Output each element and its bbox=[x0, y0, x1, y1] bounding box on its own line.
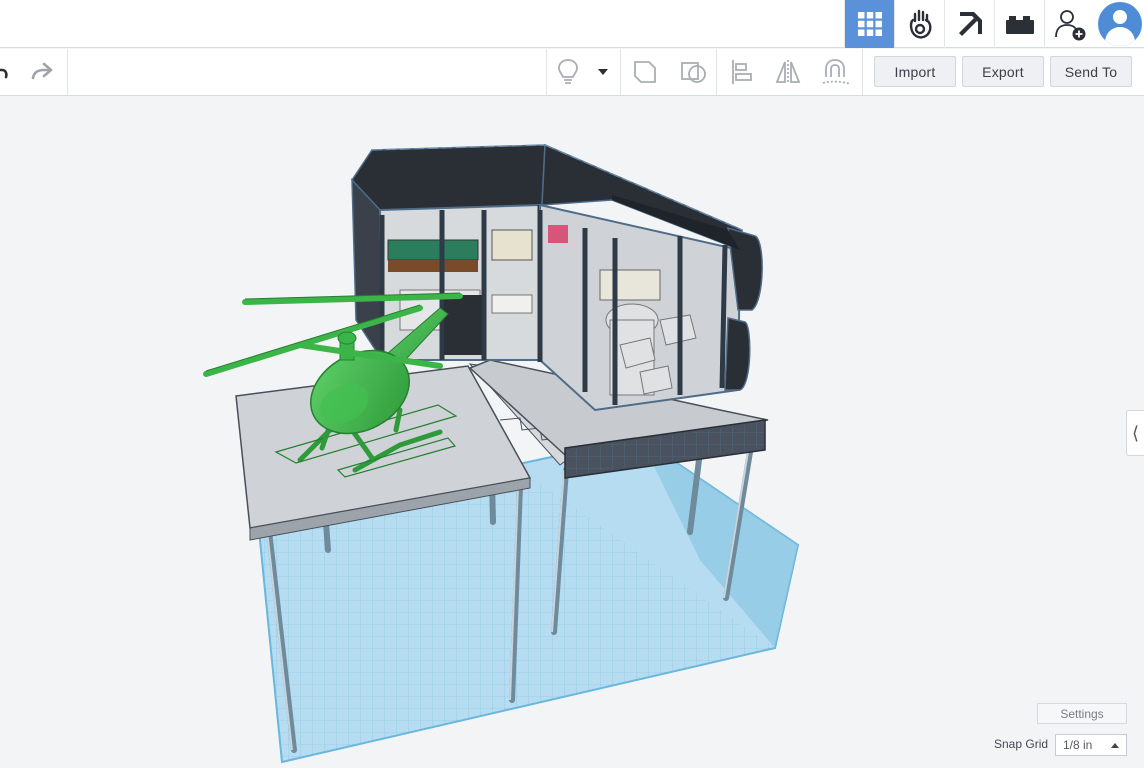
scene-3d-model bbox=[203, 143, 800, 764]
building bbox=[351, 143, 763, 412]
caret-up-icon bbox=[1111, 743, 1119, 748]
top-header bbox=[0, 0, 1144, 48]
group-button[interactable] bbox=[626, 49, 664, 95]
add-user-icon bbox=[1054, 10, 1085, 41]
codeblocks-button[interactable] bbox=[894, 0, 944, 48]
user-avatar-icon bbox=[1097, 2, 1142, 46]
side-panel-toggle[interactable]: ⟨ bbox=[1126, 410, 1144, 456]
notes-button[interactable] bbox=[552, 49, 584, 95]
toolbar-divider bbox=[620, 49, 621, 95]
align-button[interactable] bbox=[724, 49, 760, 95]
cruise-magnet-icon bbox=[822, 59, 851, 85]
dropdown-caret-icon bbox=[598, 69, 608, 75]
codeblocks-hand-icon bbox=[909, 9, 931, 39]
undo-icon bbox=[0, 68, 8, 79]
toolbar-divider bbox=[716, 49, 717, 95]
import-button[interactable]: Import bbox=[874, 56, 956, 87]
toolbar-divider bbox=[862, 49, 863, 95]
toolbar-divider bbox=[546, 49, 547, 95]
user-avatar[interactable] bbox=[1095, 0, 1144, 48]
mirror-button[interactable] bbox=[770, 49, 806, 95]
ungroup-icon bbox=[681, 62, 706, 83]
grid-view-icon bbox=[857, 12, 882, 36]
cruise-button[interactable] bbox=[816, 49, 856, 95]
snap-grid-value: 1/8 in bbox=[1063, 738, 1093, 752]
design-view-button[interactable] bbox=[844, 0, 894, 48]
editor-toolbar: Import Export Send To bbox=[0, 49, 1144, 96]
snap-grid-select[interactable]: 1/8 in bbox=[1055, 734, 1127, 756]
bricks-button[interactable] bbox=[994, 0, 1044, 48]
ungroup-button[interactable] bbox=[674, 49, 712, 95]
settings-button[interactable]: Settings bbox=[1037, 703, 1127, 724]
export-button[interactable]: Export bbox=[962, 56, 1044, 87]
minecraft-pickaxe-icon bbox=[958, 12, 982, 36]
brick-icon bbox=[1005, 16, 1034, 34]
group-icon bbox=[634, 61, 656, 83]
snap-grid-label: Snap Grid bbox=[994, 737, 1049, 751]
send-to-button[interactable]: Send To bbox=[1050, 56, 1132, 87]
lightbulb-icon bbox=[558, 59, 578, 84]
redo-button[interactable] bbox=[26, 49, 58, 95]
minecraft-button[interactable] bbox=[944, 0, 994, 48]
undo-button[interactable] bbox=[0, 49, 12, 95]
workplane-canvas[interactable]: ⟨ bbox=[0, 97, 1144, 768]
notes-dropdown[interactable] bbox=[590, 49, 616, 95]
align-icon bbox=[732, 60, 752, 84]
mirror-icon bbox=[775, 60, 801, 84]
redo-icon bbox=[31, 62, 53, 80]
toolbar-divider bbox=[67, 49, 68, 95]
invite-user-button[interactable] bbox=[1044, 0, 1094, 48]
